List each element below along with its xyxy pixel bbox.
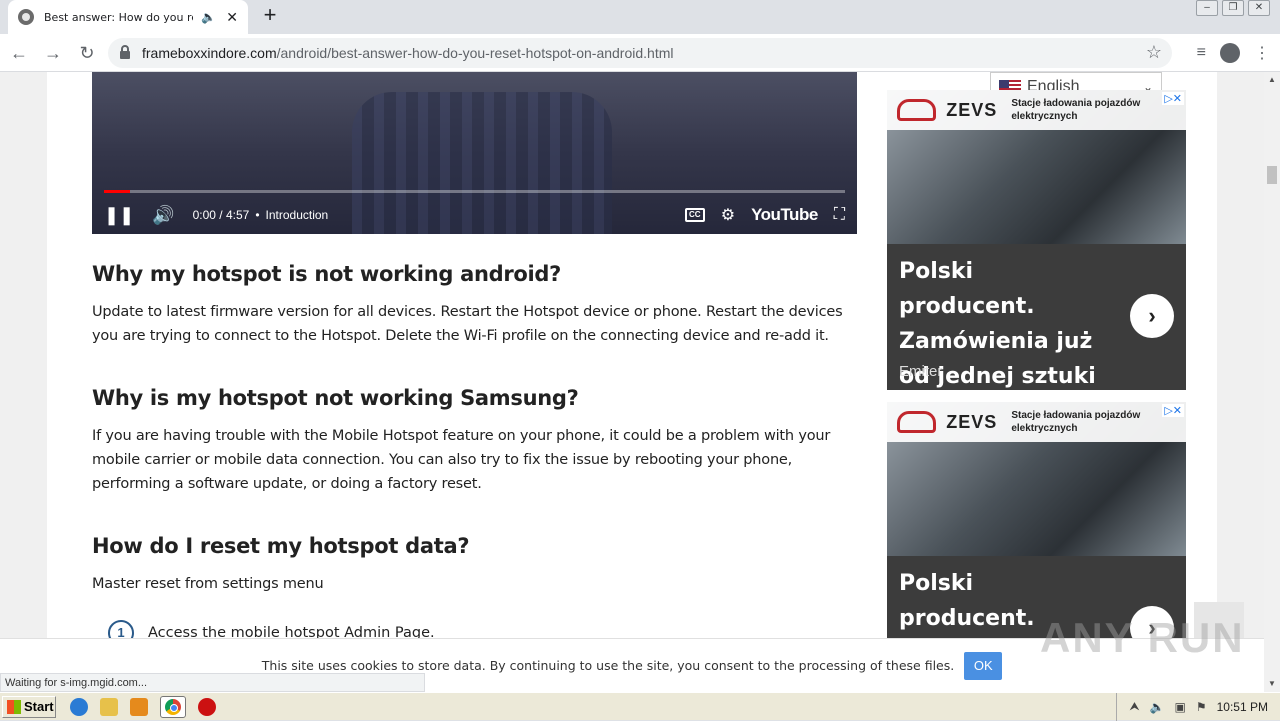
ad-header: ZEVS Stacje ładowania pojazdów elektrycz… bbox=[887, 90, 1186, 130]
network-tray-icon[interactable]: ▣ bbox=[1175, 700, 1186, 714]
cookie-ok-button[interactable]: OK bbox=[964, 651, 1003, 680]
youtube-logo[interactable]: YouTube bbox=[751, 205, 818, 225]
forward-arrow-icon[interactable]: → bbox=[38, 38, 68, 68]
anyrun-watermark: ANY RUN bbox=[1040, 614, 1245, 661]
quick-launch bbox=[70, 695, 216, 718]
cookie-message: This site uses cookies to store data. By… bbox=[261, 658, 955, 673]
adchoices-icon[interactable]: ▷✕ bbox=[1162, 92, 1184, 105]
windows-taskbar: Start ⮝ 🔈 ▣ ⚑ 10:51 PM bbox=[0, 692, 1280, 721]
section-paragraph: If you are having trouble with the Mobil… bbox=[92, 428, 831, 492]
car-logo-icon bbox=[897, 99, 937, 121]
speaker-icon[interactable]: 🔈 bbox=[201, 10, 216, 24]
clock[interactable]: 10:51 PM bbox=[1217, 700, 1268, 714]
ad-brand: ZEVS bbox=[946, 99, 998, 120]
site-favicon-icon bbox=[18, 9, 34, 25]
reload-icon[interactable]: ↻ bbox=[72, 38, 102, 68]
ad-header: ZEVS Stacje ładowania pojazdów elektrycz… bbox=[887, 402, 1186, 442]
scroll-down-arrow-icon[interactable]: ▼ bbox=[1264, 676, 1280, 692]
address-bar[interactable]: frameboxxindore.com/android/best-answer-… bbox=[108, 38, 1172, 68]
pause-icon[interactable]: ❚❚ bbox=[104, 205, 134, 226]
settings-gear-icon[interactable]: ⚙ bbox=[721, 205, 735, 225]
bookmark-star-icon[interactable]: ☆ bbox=[1146, 42, 1162, 63]
browser-tab[interactable]: Best answer: How do you reset 🔈 ✕ bbox=[8, 0, 248, 34]
video-controls-right: CC ⚙ YouTube ⛶ bbox=[684, 205, 845, 225]
video-time-separator: • bbox=[255, 208, 260, 222]
ad-banner[interactable]: ZEVS Stacje ładowania pojazdów elektrycz… bbox=[887, 90, 1186, 390]
page-content: ❚❚ 🔊 0:00 / 4:57 • Introduction CC ⚙ You… bbox=[47, 72, 1217, 692]
section-paragraph: Master reset from settings menu bbox=[92, 576, 324, 592]
status-bar: Waiting for s-img.mgid.com... bbox=[0, 673, 425, 692]
toolbar-right: ≡ ⋮ bbox=[1197, 34, 1270, 72]
scroll-up-arrow-icon[interactable]: ▲ bbox=[1264, 72, 1280, 88]
section-heading: How do I reset my hotspot data? bbox=[92, 534, 470, 558]
ad-brand: ZEVS bbox=[946, 411, 998, 432]
lock-icon bbox=[120, 45, 130, 59]
restore-button[interactable]: ❐ bbox=[1222, 0, 1244, 16]
adchoices-icon[interactable]: ▷✕ bbox=[1162, 404, 1184, 417]
video-progress-fill bbox=[104, 190, 130, 193]
fullscreen-icon[interactable]: ⛶ bbox=[834, 206, 845, 224]
vertical-scrollbar[interactable]: ▲ ▼ bbox=[1264, 72, 1280, 692]
system-tray: ⮝ 🔈 ▣ ⚑ 10:51 PM bbox=[1116, 692, 1280, 721]
ad-tagline: Stacje ładowania pojazdów elektrycznych bbox=[1011, 410, 1141, 434]
window-controls: – ❐ ✕ bbox=[1196, 0, 1270, 16]
ad-tagline: Stacje ładowania pojazdów elektrycznych bbox=[1011, 98, 1141, 122]
ad-image: ZEVS Stacje ładowania pojazdów elektrycz… bbox=[887, 402, 1186, 556]
chrome-icon bbox=[165, 698, 181, 715]
media-player-icon[interactable] bbox=[130, 697, 148, 716]
page-viewport: ❚❚ 🔊 0:00 / 4:57 • Introduction CC ⚙ You… bbox=[0, 72, 1264, 692]
profile-avatar-icon[interactable] bbox=[1220, 43, 1240, 63]
start-button[interactable]: Start bbox=[2, 695, 56, 718]
browser-toolbar: ← → ↻ frameboxxindore.com/android/best-a… bbox=[0, 34, 1280, 72]
url-host: frameboxxindore.com bbox=[142, 45, 277, 61]
close-tab-icon[interactable]: ✕ bbox=[226, 9, 238, 26]
car-logo-icon bbox=[897, 411, 937, 433]
section-heading: Why my hotspot is not working android? bbox=[92, 262, 562, 286]
tab-strip: Best answer: How do you reset 🔈 ✕ + – ❐ … bbox=[0, 0, 1280, 34]
volume-tray-icon[interactable]: 🔈 bbox=[1150, 700, 1165, 714]
video-time: 0:00 / 4:57 bbox=[192, 208, 250, 222]
menu-kebab-icon[interactable]: ⋮ bbox=[1254, 43, 1270, 63]
url-text: frameboxxindore.com/android/best-answer-… bbox=[142, 45, 674, 61]
start-label: Start bbox=[24, 699, 54, 714]
article-body: Why my hotspot is not working android? U… bbox=[92, 262, 862, 646]
media-control-icon[interactable]: ≡ bbox=[1197, 44, 1206, 62]
video-progress-bar[interactable] bbox=[104, 190, 845, 193]
stop-icon[interactable] bbox=[198, 697, 216, 716]
internet-explorer-icon[interactable] bbox=[70, 697, 88, 716]
ad-source: Emiter bbox=[899, 363, 943, 380]
folder-icon[interactable] bbox=[100, 697, 118, 716]
back-arrow-icon[interactable]: ← bbox=[4, 38, 34, 68]
volume-icon[interactable]: 🔊 bbox=[152, 205, 174, 226]
scrollbar-thumb[interactable] bbox=[1267, 166, 1277, 184]
chrome-taskbar-button[interactable] bbox=[160, 695, 186, 718]
close-window-button[interactable]: ✕ bbox=[1248, 0, 1270, 16]
section-paragraph: Update to latest firmware version for al… bbox=[92, 304, 843, 344]
windows-logo-icon bbox=[7, 699, 21, 714]
new-tab-button[interactable]: + bbox=[258, 4, 282, 28]
section-heading: Why is my hotspot not working Samsung? bbox=[92, 386, 579, 410]
flag-tray-icon[interactable]: ⚑ bbox=[1196, 700, 1207, 714]
ad-image: ZEVS Stacje ładowania pojazdów elektrycz… bbox=[887, 90, 1186, 244]
video-controls: ❚❚ 🔊 0:00 / 4:57 • Introduction CC ⚙ You… bbox=[92, 196, 857, 234]
minimize-button[interactable]: – bbox=[1196, 0, 1218, 16]
url-path: /android/best-answer-how-do-you-reset-ho… bbox=[276, 45, 674, 61]
tab-title: Best answer: How do you reset bbox=[44, 10, 193, 24]
video-chapter[interactable]: Introduction bbox=[266, 208, 329, 222]
chevron-right-icon[interactable]: › bbox=[1130, 294, 1174, 338]
video-player[interactable]: ❚❚ 🔊 0:00 / 4:57 • Introduction CC ⚙ You… bbox=[92, 72, 857, 234]
captions-icon[interactable]: CC bbox=[684, 208, 705, 222]
tray-expand-icon[interactable]: ⮝ bbox=[1129, 699, 1139, 714]
